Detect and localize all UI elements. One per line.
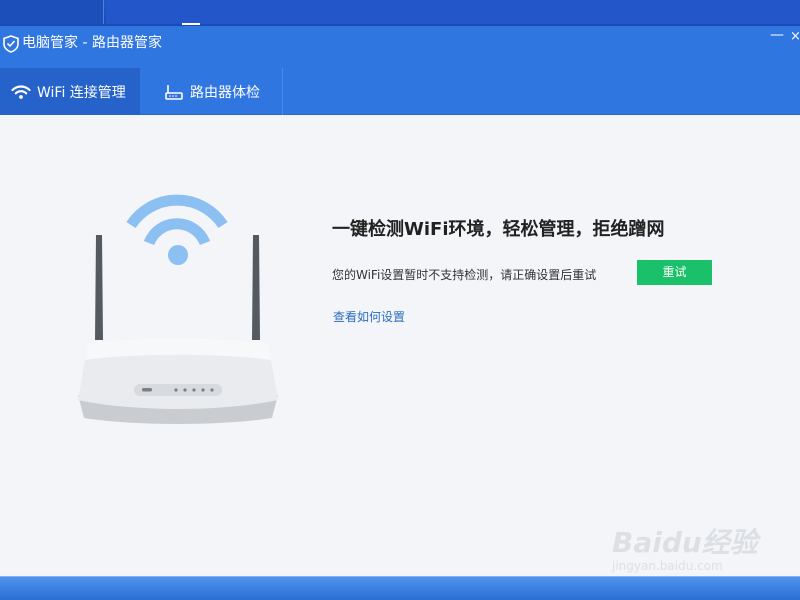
tab-wifi-management[interactable]: WiFi 连接管理	[0, 68, 140, 115]
taskbar-indicator	[182, 23, 200, 25]
close-button[interactable]: ×	[790, 30, 800, 44]
watermark-brand: Baidu经验	[612, 526, 758, 559]
status-message: 您的WiFi设置暂时不支持检测，请正确设置后重试	[332, 268, 597, 282]
router-icon	[165, 84, 183, 100]
taskbar-bottom	[0, 576, 800, 600]
main-panel: 一键检测WiFi环境，轻松管理，拒绝蹭网 您的WiFi设置暂时不支持检测，请正确…	[0, 115, 800, 576]
window-title: 电脑管家 - 路由器管家	[22, 35, 162, 51]
watermark-url: jingyan.baidu.com	[612, 559, 723, 573]
shield-icon	[3, 35, 19, 53]
retry-button[interactable]: 重试	[637, 260, 712, 285]
watermark-logo: Baidu经验 jingyan.baidu.com	[612, 513, 762, 573]
headline: 一键检测WiFi环境，轻松管理，拒绝蹭网	[332, 219, 665, 240]
taskbar-top	[0, 0, 800, 26]
tab-router-checkup[interactable]: 路由器体检	[140, 68, 283, 115]
tab-bar: WiFi 连接管理 路由器体检	[0, 68, 800, 115]
minimize-button[interactable]: —	[770, 28, 784, 44]
taskbar-item[interactable]	[106, 0, 800, 24]
tab-label: WiFi 连接管理	[37, 84, 126, 101]
title-bar: 电脑管家 - 路由器管家 — ×	[0, 26, 800, 68]
wifi-signal-icon	[126, 194, 228, 265]
router-illustration	[78, 194, 278, 424]
taskbar-item[interactable]	[0, 0, 104, 24]
tab-label: 路由器体检	[190, 84, 260, 101]
wifi-icon	[11, 84, 31, 99]
help-link[interactable]: 查看如何设置	[333, 308, 405, 325]
